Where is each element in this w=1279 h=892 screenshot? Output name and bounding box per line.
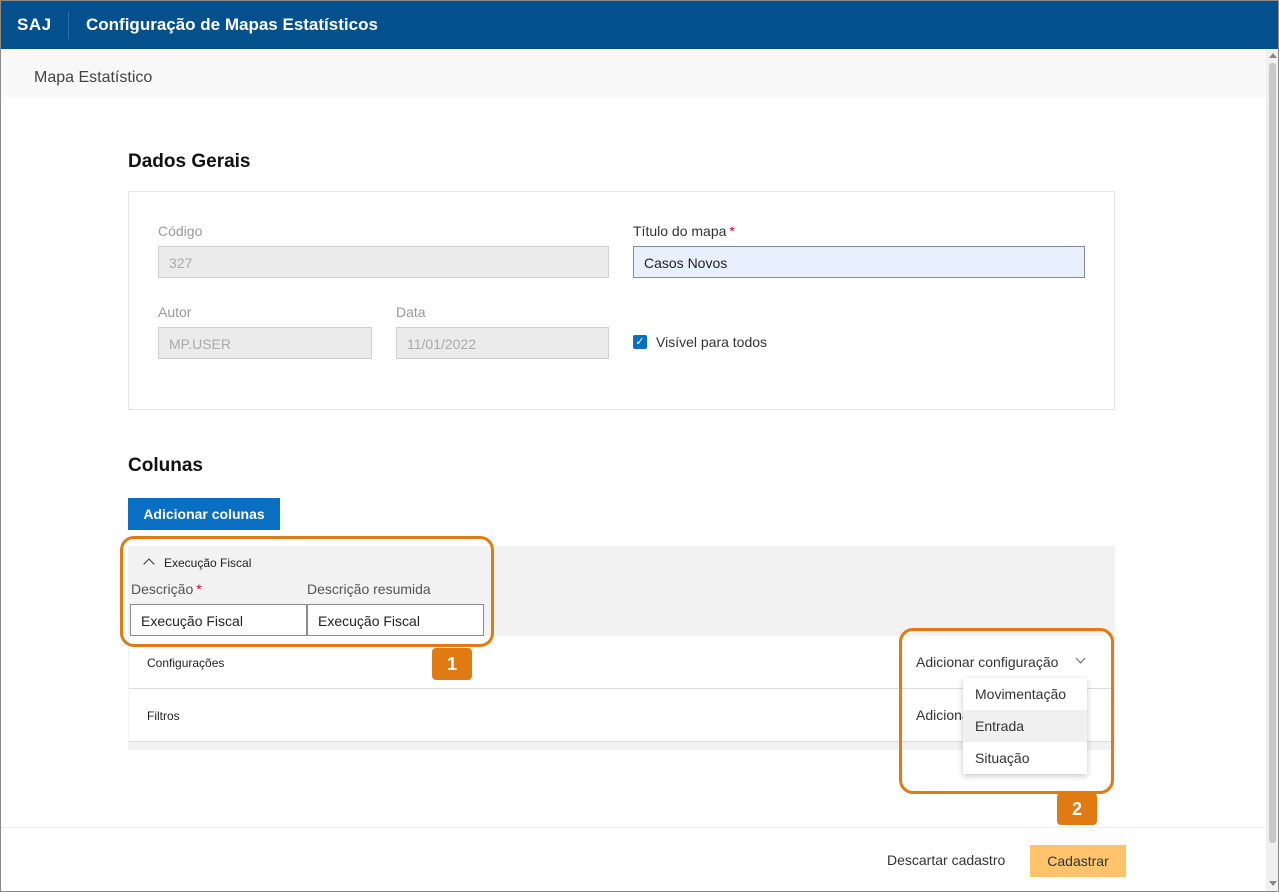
code-field: 327 [158, 246, 609, 278]
code-label: Código [158, 223, 203, 239]
columns-section-title: Colunas [128, 455, 203, 476]
general-section-title: Dados Gerais [128, 151, 251, 172]
page-header: Mapa Estatístico [1, 49, 1266, 97]
callout-badge-2: 2 [1057, 793, 1097, 825]
author-field: MP.USER [158, 327, 372, 359]
top-bar: SAJ Configuração de Mapas Estatísticos [1, 1, 1278, 49]
general-data-card [128, 191, 1115, 410]
callout-badge-1: 1 [432, 648, 472, 680]
callout-highlight-1 [120, 536, 494, 647]
configurations-label: Configurações [147, 656, 225, 670]
date-label: Data [396, 304, 426, 320]
brand-logo[interactable]: SAJ [17, 15, 52, 35]
visible-checkbox[interactable]: ✓ [633, 335, 647, 349]
map-title-label: Título do mapa * [633, 223, 735, 239]
page-title: Mapa Estatístico [34, 69, 153, 86]
app-title: Configuração de Mapas Estatísticos [86, 15, 378, 34]
scroll-up-icon[interactable] [1269, 53, 1277, 58]
map-title-label-text: Título do mapa [633, 223, 727, 239]
callout-highlight-2 [899, 628, 1114, 794]
discard-button[interactable]: Descartar cadastro [887, 852, 1005, 868]
check-icon: ✓ [635, 336, 645, 348]
map-title-input[interactable]: Casos Novos [633, 246, 1085, 278]
vertical-scrollbar[interactable] [1266, 49, 1278, 891]
scroll-thumb[interactable] [1269, 63, 1276, 843]
date-field: 11/01/2022 [396, 327, 609, 359]
save-button[interactable]: Cadastrar [1030, 845, 1126, 877]
visible-label[interactable]: Visível para todos [656, 334, 767, 350]
filters-label: Filtros [147, 709, 180, 723]
scroll-down-icon[interactable] [1269, 881, 1277, 886]
required-mark: * [729, 223, 735, 239]
header-divider [68, 11, 69, 39]
add-columns-button[interactable]: Adicionar colunas [128, 498, 280, 530]
app-window: SAJ Configuração de Mapas Estatísticos M… [0, 0, 1279, 892]
author-label: Autor [158, 304, 192, 320]
